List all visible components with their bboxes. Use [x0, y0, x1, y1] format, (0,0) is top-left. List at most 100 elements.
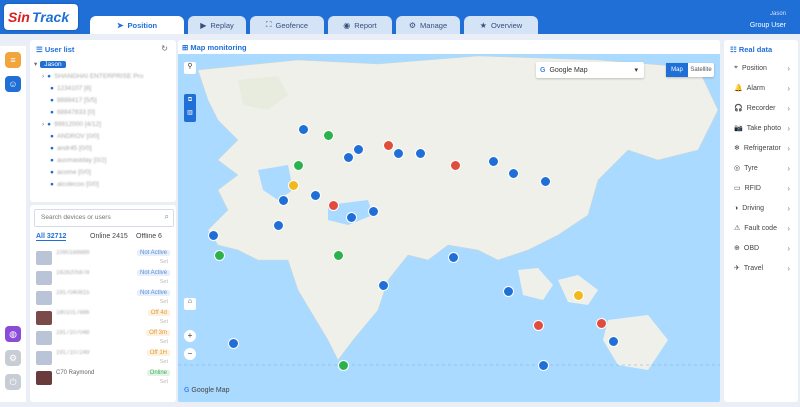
vehicle-marker[interactable] [608, 336, 619, 347]
search-input[interactable] [39, 213, 153, 222]
vehicle-marker[interactable] [343, 152, 354, 163]
real-data-title: ☷ Real data [730, 45, 773, 54]
tab-manage[interactable]: ⚙ Manage [396, 16, 460, 34]
zoom-out-button[interactable]: − [184, 348, 196, 360]
tree-item[interactable]: ● andr45 [0/0] [50, 143, 92, 153]
vehicle-marker[interactable] [214, 250, 225, 261]
map-type-map[interactable]: Map [666, 63, 688, 77]
vehicle-marker[interactable] [448, 252, 459, 263]
realdata-take-photo[interactable]: 📷 Take photo › [734, 120, 794, 136]
tree-item[interactable]: › ● SHANGHAI ENTERPRISE Pro [42, 71, 143, 81]
vehicle-marker[interactable] [208, 230, 219, 241]
layers-icon[interactable]: ⧉ [184, 94, 196, 107]
realdata-label: Tyre [744, 164, 758, 172]
list-item[interactable]: C70 Raymond Online Set [32, 368, 174, 388]
vehicle-marker[interactable] [415, 148, 426, 159]
vehicle-marker[interactable] [508, 168, 519, 179]
logo-text-track: Track [32, 9, 70, 25]
tab-overview[interactable]: ★ Overview [464, 16, 538, 34]
settings-icon[interactable]: ⚙ [5, 350, 21, 366]
realdata-label: Travel [743, 264, 764, 272]
tree-item[interactable]: ● 8888417 [5/5] [50, 95, 97, 105]
vehicle-marker[interactable] [228, 338, 239, 349]
realdata-alarm[interactable]: 🔔 Alarm › [734, 80, 794, 96]
vehicle-marker[interactable] [310, 190, 321, 201]
person-icon: ● [47, 72, 52, 80]
vehicle-marker[interactable] [346, 212, 357, 223]
list-item[interactable]: 1828205878 Not Active Set [32, 268, 174, 288]
vehicle-marker[interactable] [538, 360, 549, 371]
refresh-icon[interactable]: ↻ [161, 44, 168, 53]
tree-item[interactable]: ● alcolecoo [0/0] [50, 179, 99, 189]
vehicle-marker[interactable] [596, 318, 607, 329]
gear-icon: ⚙ [408, 20, 417, 30]
vehicle-marker[interactable] [323, 130, 334, 141]
vehicle-marker[interactable] [278, 195, 289, 206]
vehicle-marker[interactable] [503, 286, 514, 297]
filter-all[interactable]: All 32712 [36, 233, 67, 241]
vehicle-marker[interactable] [573, 290, 584, 301]
tab-replay[interactable]: ▶ Replay [188, 16, 246, 34]
vehicle-marker[interactable] [488, 156, 499, 167]
realdata-rfid[interactable]: ▭ RFID › [734, 180, 794, 196]
realdata-fault-code[interactable]: ⚠ Fault code › [734, 220, 794, 236]
power-icon[interactable]: ⏻ [5, 374, 21, 390]
user-menu[interactable]: Jason Group User [750, 9, 786, 31]
realdata-driving[interactable]: ◑ Driving › [734, 200, 794, 216]
tree-root[interactable]: ▾ Jason [34, 59, 66, 69]
map-provider-select[interactable]: G Google Map ▾ [536, 62, 644, 78]
list-item[interactable]: 1917107048 Off 3m Set [32, 328, 174, 348]
tree-item[interactable]: ● ANDROV [0/0] [50, 131, 99, 141]
map-area[interactable]: ⊞ Map monitoring G Google Map ▾ Map Sate… [178, 40, 720, 402]
user-icon[interactable]: ☺ [5, 76, 21, 92]
realdata-refrigerator[interactable]: ❄ Refrigerator › [734, 140, 794, 156]
pin-icon[interactable]: ⚲ [184, 62, 196, 74]
list-item[interactable]: 1917107249 Off 1H Set [32, 348, 174, 368]
vehicle-marker[interactable] [333, 250, 344, 261]
vehicle-marker[interactable] [273, 220, 284, 231]
tree-item[interactable]: ● acome [0/0] [50, 167, 91, 177]
vehicle-marker[interactable] [288, 180, 299, 191]
list-item[interactable]: 1917040815 Not Active Set [32, 288, 174, 308]
zoom-in-button[interactable]: + [184, 330, 196, 342]
realdata-obd[interactable]: ⊕ OBD › [734, 240, 794, 256]
vehicle-marker[interactable] [450, 160, 461, 171]
realdata-travel[interactable]: ✈ Travel › [734, 260, 794, 276]
vehicle-marker[interactable] [353, 144, 364, 155]
list-icon[interactable]: ≡ [5, 52, 21, 68]
vehicle-marker[interactable] [383, 140, 394, 151]
vehicle-marker[interactable] [540, 176, 551, 187]
ruler-icon[interactable]: ⌂ [184, 298, 196, 310]
list-item[interactable]: 1090188889 Not Active Set [32, 248, 174, 268]
list-item[interactable]: 1801017886 Off 4d Set [32, 308, 174, 328]
realdata-recorder[interactable]: 🎧 Recorder › [734, 100, 794, 116]
search-icon[interactable]: ⌕ [165, 212, 169, 222]
trash-icon[interactable]: ▥ [184, 107, 196, 120]
vehicle-marker[interactable] [298, 124, 309, 135]
realdata-tyre[interactable]: ◎ Tyre › [734, 160, 794, 176]
map-provider-value: Google Map [549, 66, 588, 74]
vehicle-marker[interactable] [328, 200, 339, 211]
world-map [178, 55, 720, 370]
tab-position[interactable]: ➤ Position [90, 16, 184, 34]
vehicle-marker[interactable] [393, 148, 404, 159]
map-type-satellite[interactable]: Satellite [688, 63, 714, 77]
vehicle-marker[interactable] [293, 160, 304, 171]
filter-online[interactable]: Online 2415 [90, 233, 128, 240]
vehicle-marker[interactable] [378, 280, 389, 291]
tree-item[interactable]: ● aucmastday [0/2] [50, 155, 106, 165]
vehicle-marker[interactable] [533, 320, 544, 331]
globe-icon[interactable]: ◍ [5, 326, 21, 342]
device-search[interactable]: ⌕ [34, 209, 174, 227]
chevron-right-icon: › [787, 243, 790, 253]
tree-item[interactable]: ● 68847833 [0] [50, 107, 95, 117]
tree-item[interactable]: ● 1234107 [8] [50, 83, 91, 93]
vehicle-marker[interactable] [338, 360, 349, 371]
realdata-position[interactable]: ⌖ Position › [734, 60, 794, 76]
vehicle-marker[interactable] [368, 206, 379, 217]
tab-report[interactable]: ◉ Report [328, 16, 392, 34]
tab-geofence[interactable]: ⛶ Geofence [250, 16, 324, 34]
device-sub: Set [159, 319, 168, 325]
filter-offline[interactable]: Offline 6 [136, 233, 174, 240]
tree-item[interactable]: › ● 99912000 [4/12] [42, 119, 101, 129]
